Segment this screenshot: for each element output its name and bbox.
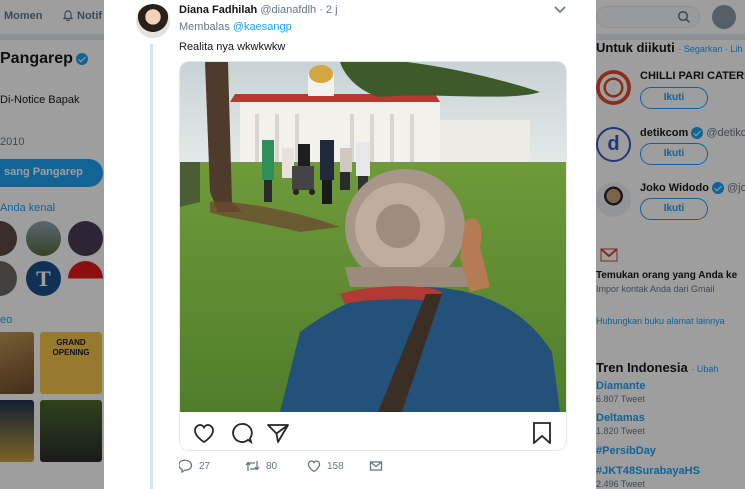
author-handle[interactable]: @dianafdlh xyxy=(260,4,316,16)
like-icon xyxy=(307,460,321,473)
retweet-count: 80 xyxy=(266,460,278,472)
tweet-modal: Diana Fadhilah @dianafdlh · 2 j Membalas… xyxy=(104,0,596,489)
retweet-button[interactable]: 80 xyxy=(245,459,277,477)
like-button[interactable]: 158 xyxy=(307,459,344,477)
author-avatar[interactable] xyxy=(136,4,170,38)
instagram-embed-card[interactable] xyxy=(179,61,567,451)
heart-icon[interactable] xyxy=(192,422,216,444)
app-root: Momen Notif Pangarep Di-Notice Bapak 201… xyxy=(0,0,745,489)
retweet-icon xyxy=(245,461,260,471)
reply-mention-link[interactable]: @kaesangp xyxy=(233,21,292,33)
like-count: 158 xyxy=(327,460,344,472)
tweet-text: Realita nya wkwkwkw xyxy=(179,41,286,53)
tweet-action-bar: 27 80 158 xyxy=(178,459,479,477)
instagram-actions xyxy=(180,412,566,450)
reply-icon xyxy=(178,459,193,474)
tweet-photo[interactable] xyxy=(180,62,566,412)
dm-icon xyxy=(369,461,383,471)
comment-icon[interactable] xyxy=(230,422,254,444)
tweet-header: Diana Fadhilah @dianafdlh · 2 j xyxy=(179,4,338,16)
reply-button[interactable]: 27 xyxy=(178,459,211,477)
bookmark-icon[interactable] xyxy=(530,422,554,444)
send-icon[interactable] xyxy=(266,422,290,444)
thread-line xyxy=(150,44,153,489)
tweet-time[interactable]: · 2 j xyxy=(319,4,337,16)
dm-button[interactable] xyxy=(369,459,383,477)
reply-count: 27 xyxy=(199,460,211,472)
author-name[interactable]: Diana Fadhilah xyxy=(179,4,257,16)
replying-to: Membalas @kaesangp xyxy=(179,21,292,33)
replying-to-label: Membalas xyxy=(179,21,230,33)
chevron-down-icon[interactable] xyxy=(553,4,567,16)
